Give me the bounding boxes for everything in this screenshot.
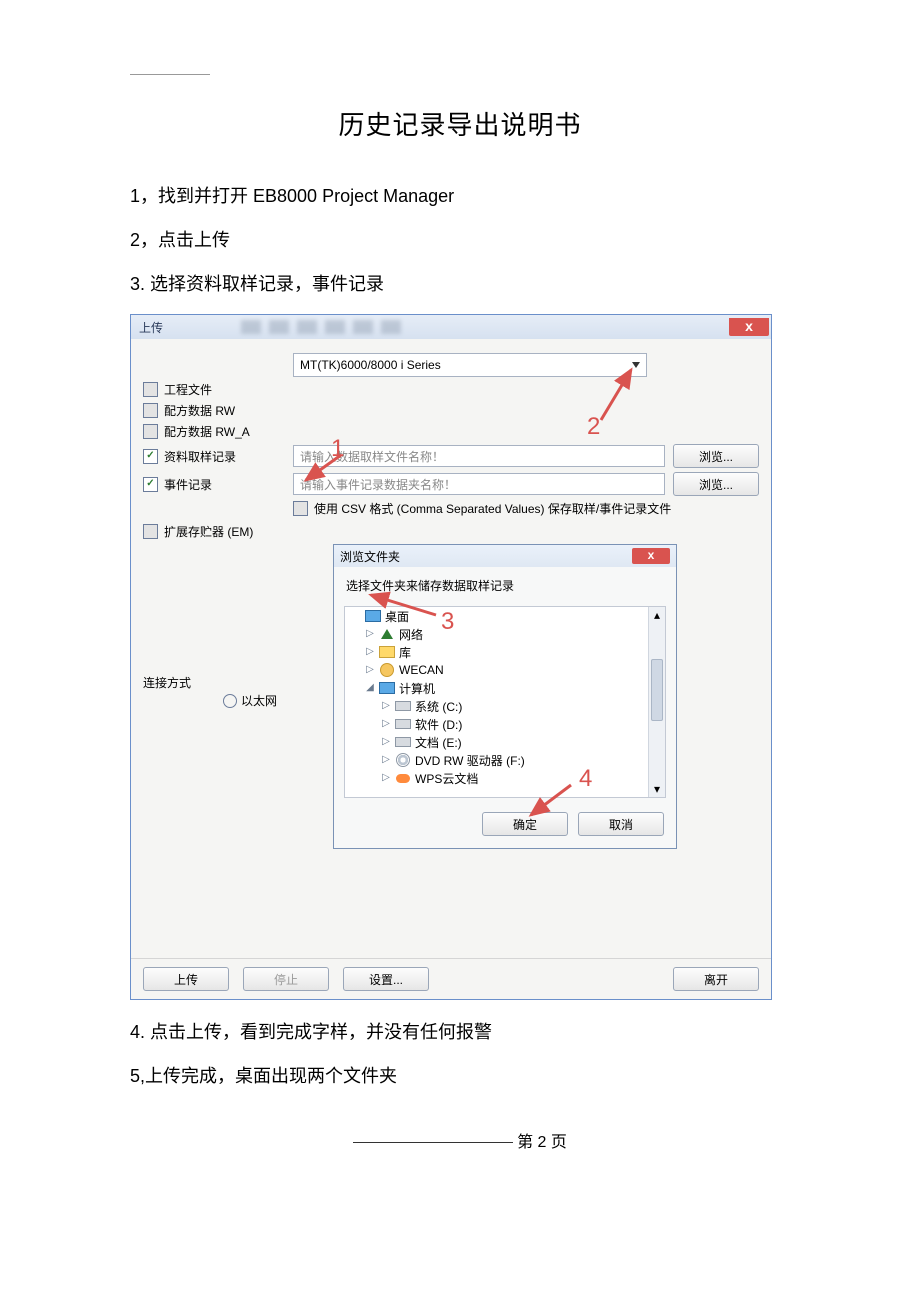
titlebar: 上传 x <box>131 315 771 339</box>
node-ddrive[interactable]: ▷软件 (D:) <box>345 715 665 733</box>
user-icon <box>380 663 394 677</box>
titlebar-blur <box>241 320 401 334</box>
checkbox-csv[interactable] <box>293 501 308 516</box>
dialog-title: 上传 <box>131 319 171 336</box>
node-fdrive[interactable]: ▷DVD RW 驱动器 (F:) <box>345 751 665 769</box>
screenshot: 上传 x MT(TK)6000/8000 i Series 工程文件 配方数据 … <box>130 314 790 1000</box>
tree-scrollbar[interactable]: ▴ ▾ <box>648 607 665 797</box>
settings-button[interactable]: 设置... <box>343 967 429 991</box>
label-rwa: 配方数据 RW_A <box>164 423 250 440</box>
node-cdrive-label: 系统 (C:) <box>415 698 462 715</box>
checkbox-event[interactable]: ✓ <box>143 477 158 492</box>
folder-icon <box>379 646 395 658</box>
radio-ethernet-label: 以太网 <box>241 692 277 709</box>
chevron-down-icon <box>632 362 640 368</box>
node-edrive-label: 文档 (E:) <box>415 734 462 751</box>
close-button[interactable]: x <box>729 318 769 336</box>
scroll-up-icon[interactable]: ▴ <box>649 607 665 623</box>
cloud-icon <box>396 774 410 783</box>
node-computer[interactable]: ◢计算机 <box>345 679 665 697</box>
browse-button-event[interactable]: 浏览... <box>673 472 759 496</box>
node-cdrive[interactable]: ▷系统 (C:) <box>345 697 665 715</box>
radio-icon <box>223 694 237 708</box>
scroll-thumb[interactable] <box>651 659 663 721</box>
connection-label: 连接方式 <box>143 674 191 691</box>
node-libs-label: 库 <box>399 644 411 661</box>
node-edrive[interactable]: ▷文档 (E:) <box>345 733 665 751</box>
network-icon <box>381 629 393 639</box>
label-em: 扩展存贮器 (EM) <box>164 523 253 540</box>
node-desktop[interactable]: 桌面 <box>345 607 665 625</box>
node-wecan-label: WECAN <box>399 663 444 677</box>
step-5: 5,上传完成，桌面出现两个文件夹 <box>130 1062 790 1088</box>
desktop-icon <box>365 610 381 622</box>
document-page: 历史记录导出说明书 1，找到并打开 EB8000 Project Manager… <box>0 0 920 1302</box>
step-2: 2，点击上传 <box>130 226 790 252</box>
upload-button[interactable]: 上传 <box>143 967 229 991</box>
leave-button[interactable]: 离开 <box>673 967 759 991</box>
label-rw: 配方数据 RW <box>164 402 235 419</box>
node-fdrive-label: DVD RW 驱动器 (F:) <box>415 752 525 769</box>
series-value: MT(TK)6000/8000 i Series <box>300 358 441 372</box>
label-event: 事件记录 <box>164 476 212 493</box>
dialog-body: MT(TK)6000/8000 i Series 工程文件 配方数据 RW 配方… <box>131 339 771 958</box>
stop-button[interactable]: 停止 <box>243 967 329 991</box>
node-network-label: 网络 <box>399 626 423 643</box>
node-computer-label: 计算机 <box>399 680 435 697</box>
disk-icon <box>395 701 411 711</box>
checkbox-project[interactable] <box>143 382 158 397</box>
node-network[interactable]: ▷网络 <box>345 625 665 643</box>
step-3: 3. 选择资料取样记录，事件记录 <box>130 270 790 296</box>
doc-title: 历史记录导出说明书 <box>130 105 790 142</box>
page-footer: 第 2 页 <box>130 1128 790 1152</box>
scroll-down-icon[interactable]: ▾ <box>649 781 665 797</box>
browse-titlebar: 浏览文件夹 x <box>334 545 676 567</box>
disk-icon <box>395 737 411 747</box>
checkbox-rw[interactable] <box>143 403 158 418</box>
step-4: 4. 点击上传，看到完成字样，并没有任何报警 <box>130 1018 790 1044</box>
computer-icon <box>379 682 395 694</box>
upload-dialog: 上传 x MT(TK)6000/8000 i Series 工程文件 配方数据 … <box>130 314 772 1000</box>
page-number: 第 2 页 <box>517 1134 567 1151</box>
disk-icon <box>395 719 411 729</box>
input-event-name[interactable]: 请输入事件记录数据夹名称！ <box>293 473 665 495</box>
node-wps[interactable]: ▷WPS云文档 <box>345 769 665 787</box>
browse-folder-dialog: 浏览文件夹 x 选择文件夹来储存数据取样记录 桌面 ▷网络 ▷库 ▷WECAN … <box>333 544 677 849</box>
center-area: 连接方式 以太网 浏览文件夹 x 选择文件夹来储存数据取样记录 桌面 ▷网络 ▷… <box>143 544 759 946</box>
browse-button-sample[interactable]: 浏览... <box>673 444 759 468</box>
series-select[interactable]: MT(TK)6000/8000 i Series <box>293 353 647 377</box>
placeholder-sample: 请输入数据取样文件名称！ <box>300 448 444 465</box>
node-wps-label: WPS云文档 <box>415 770 478 787</box>
browse-cancel-button[interactable]: 取消 <box>578 812 664 836</box>
label-sample: 资料取样记录 <box>164 448 236 465</box>
node-libs[interactable]: ▷库 <box>345 643 665 661</box>
radio-ethernet[interactable]: 以太网 <box>223 692 277 709</box>
checkbox-rwa[interactable] <box>143 424 158 439</box>
checkbox-em[interactable] <box>143 524 158 539</box>
bottom-bar: 上传 停止 设置... 离开 <box>131 958 771 999</box>
placeholder-event: 请输入事件记录数据夹名称！ <box>300 476 456 493</box>
node-ddrive-label: 软件 (D:) <box>415 716 462 733</box>
browse-message: 选择文件夹来储存数据取样记录 <box>334 567 676 600</box>
node-desktop-label: 桌面 <box>385 608 409 625</box>
label-project: 工程文件 <box>164 381 212 398</box>
input-sample-name[interactable]: 请输入数据取样文件名称！ <box>293 445 665 467</box>
browse-ok-button[interactable]: 确定 <box>482 812 568 836</box>
browse-title: 浏览文件夹 <box>340 548 400 565</box>
node-wecan[interactable]: ▷WECAN <box>345 661 665 679</box>
dvd-icon <box>396 753 410 767</box>
header-rule <box>130 74 210 75</box>
browse-close-button[interactable]: x <box>632 548 670 564</box>
folder-tree[interactable]: 桌面 ▷网络 ▷库 ▷WECAN ◢计算机 ▷系统 (C:) ▷软件 (D:) … <box>344 606 666 798</box>
label-csv: 使用 CSV 格式 (Comma Separated Values) 保存取样/… <box>314 500 671 517</box>
checkbox-sample[interactable]: ✓ <box>143 449 158 464</box>
step-1: 1，找到并打开 EB8000 Project Manager <box>130 182 790 208</box>
